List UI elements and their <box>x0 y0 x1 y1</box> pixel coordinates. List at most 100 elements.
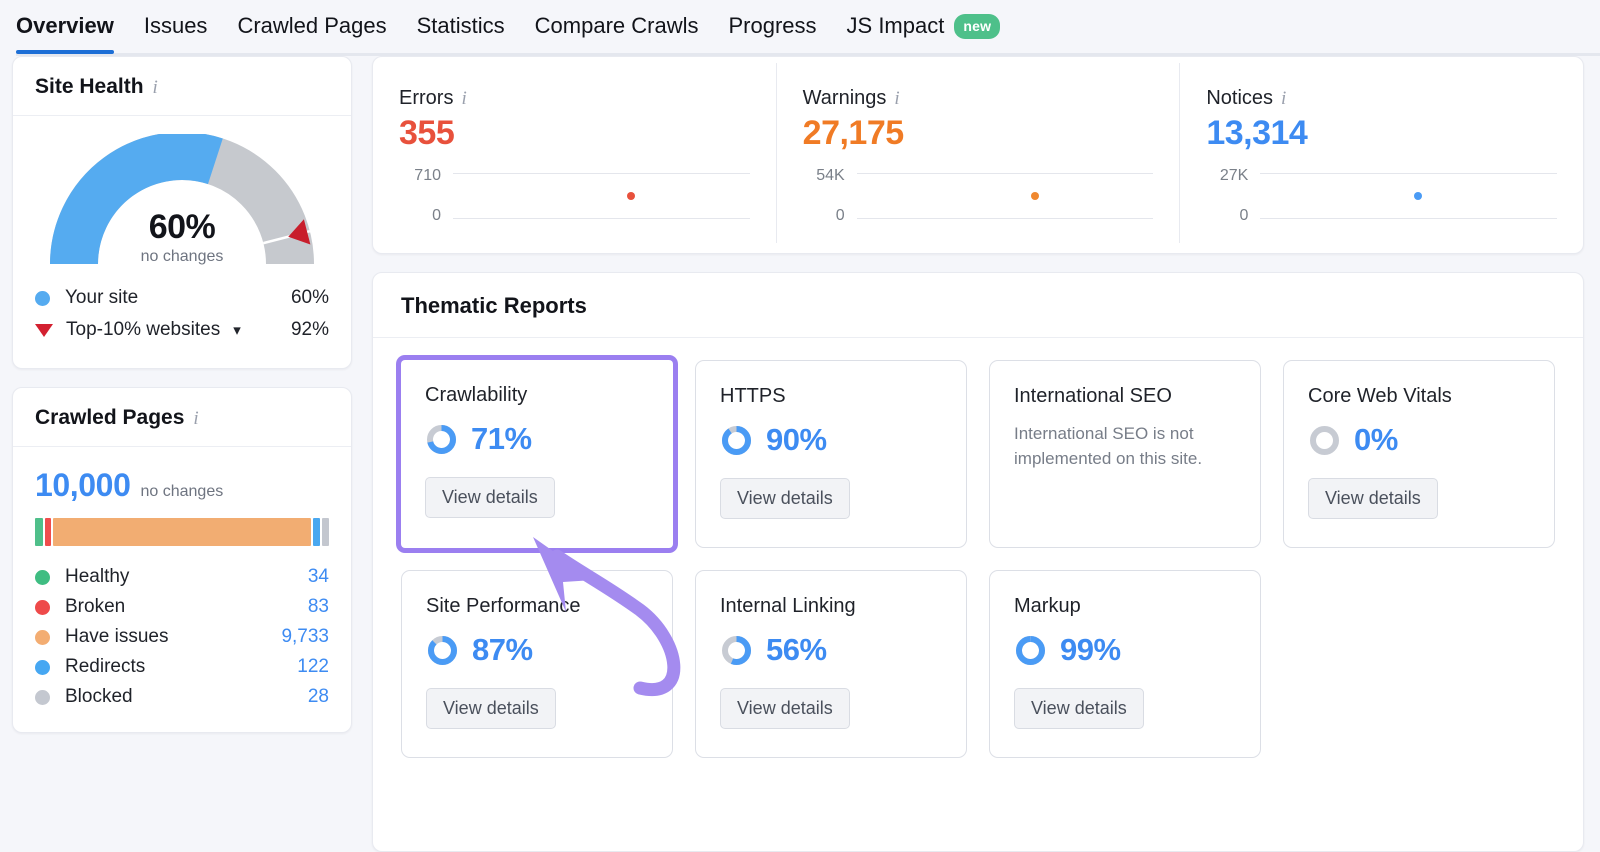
stacked-bar-segment <box>45 518 51 546</box>
stat-warnings[interactable]: Warnings i 27,175 54K 0 <box>776 63 1180 243</box>
site-health-score: 60% <box>50 208 314 247</box>
thematic-report-score: 90% <box>766 422 827 458</box>
tab-compare-crawls-label: Compare Crawls <box>535 12 699 40</box>
info-icon[interactable]: i <box>193 409 198 428</box>
site-health-change: no changes <box>50 248 314 266</box>
stat-warnings-axis-max: 54K <box>803 167 845 185</box>
thematic-report-tile[interactable]: Internal Linking56%View details <box>695 570 967 758</box>
view-details-button[interactable]: View details <box>720 478 850 519</box>
stat-notices[interactable]: Notices i 13,314 27K 0 <box>1179 63 1583 243</box>
view-details-button[interactable]: View details <box>426 688 556 729</box>
legend-dot-icon <box>35 570 50 585</box>
stacked-bar-segment <box>53 518 311 546</box>
stat-errors[interactable]: Errors i 355 710 0 <box>373 63 776 243</box>
stat-warnings-axis-min: 0 <box>803 207 845 225</box>
stat-errors-plot <box>453 167 750 225</box>
stat-warnings-plot <box>857 167 1154 225</box>
view-details-button[interactable]: View details <box>720 688 850 729</box>
thematic-report-title: Site Performance <box>426 595 648 618</box>
crawled-pages-legend-item[interactable]: Have issues9,733 <box>35 622 329 652</box>
stat-warnings-label-row: Warnings i <box>803 87 1154 110</box>
stat-notices-label-row: Notices i <box>1206 87 1557 110</box>
thematic-report-tile[interactable]: Crawlability 71% View details <box>401 360 673 548</box>
thematic-report-title: Core Web Vitals <box>1308 385 1530 408</box>
triangle-down-icon <box>35 324 53 337</box>
view-details-button[interactable]: View details <box>425 477 555 518</box>
crawled-pages-legend-item[interactable]: Blocked28 <box>35 682 329 712</box>
thematic-report-tile[interactable]: International SEOInternational SEO is no… <box>989 360 1261 548</box>
new-badge: new <box>954 14 1000 39</box>
site-health-gauge-wrap: 60% no changes <box>13 116 351 272</box>
crawled-pages-title: Crawled Pages <box>35 406 184 430</box>
legend-item-top-websites[interactable]: Top-10% websites ▾ 92% <box>35 314 329 346</box>
info-icon[interactable]: i <box>1281 89 1286 108</box>
thematic-report-score-row: 71% <box>425 421 649 457</box>
thematic-report-title: Crawlability <box>425 384 649 407</box>
stat-notices-axis-min: 0 <box>1206 207 1248 225</box>
thematic-report-tile[interactable]: Site Performance 87% View details <box>401 570 673 758</box>
crawled-pages-legend-item[interactable]: Redirects122 <box>35 652 329 682</box>
main-tab-bar: Overview Issues Crawled Pages Statistics… <box>0 0 1600 56</box>
legend-label-your-site: Your site <box>65 287 138 309</box>
tab-compare-crawls[interactable]: Compare Crawls <box>535 10 699 54</box>
crawled-pages-legend-label: Blocked <box>65 686 133 708</box>
stat-errors-sparkline: 710 0 <box>399 167 750 225</box>
crawled-pages-total-row: 10,000 no changes <box>35 467 329 504</box>
thematic-report-title: International SEO <box>1014 385 1236 408</box>
tab-js-impact-label: JS Impact <box>847 12 945 40</box>
score-ring-icon <box>1014 634 1047 667</box>
thematic-reports-title: Thematic Reports <box>401 293 587 318</box>
tab-js-impact[interactable]: JS Impact new <box>847 10 1001 54</box>
stat-notices-plot <box>1260 167 1557 225</box>
crawled-pages-legend-label: Redirects <box>65 656 145 678</box>
crawled-pages-legend-item[interactable]: Healthy 34 <box>35 562 329 592</box>
info-icon[interactable]: i <box>153 78 158 97</box>
stat-notices-axis-max: 27K <box>1206 167 1248 185</box>
thematic-report-tile[interactable]: Core Web Vitals 0% View details <box>1283 360 1555 548</box>
issue-stats-card: Errors i 355 710 0 <box>372 56 1584 254</box>
thematic-report-tile[interactable]: HTTPS90%View details <box>695 360 967 548</box>
view-details-button[interactable]: View details <box>1308 478 1438 519</box>
legend-value-top-websites: 92% <box>291 319 329 341</box>
thematic-report-score-row: 87% <box>426 632 648 668</box>
stat-warnings-sparkline: 54K 0 <box>803 167 1154 225</box>
thematic-report-tile[interactable]: Markup99%View details <box>989 570 1261 758</box>
stat-errors-label-row: Errors i <box>399 87 750 110</box>
thematic-report-score: 99% <box>1060 632 1121 668</box>
stat-errors-axis-max: 710 <box>399 167 441 185</box>
tab-progress[interactable]: Progress <box>728 10 816 54</box>
legend-dot-icon <box>35 630 50 645</box>
site-health-legend: Your site 60% Top-10% websites ▾ 92% <box>13 272 351 368</box>
info-icon[interactable]: i <box>894 89 899 108</box>
score-ring-icon <box>720 424 753 457</box>
crawled-pages-legend-label: Have issues <box>65 626 169 648</box>
thematic-report-score-row: 0% <box>1308 422 1530 458</box>
thematic-report-score: 56% <box>766 632 827 668</box>
view-details-button[interactable]: View details <box>1014 688 1144 729</box>
crawled-pages-change: no changes <box>140 483 223 501</box>
sparkline-point <box>1414 192 1422 200</box>
stat-errors-axis-min: 0 <box>399 207 441 225</box>
stacked-bar-segment <box>35 518 43 546</box>
info-icon[interactable]: i <box>461 89 466 108</box>
legend-label-top-websites: Top-10% websites <box>66 319 220 341</box>
left-column: Site Health i 60% <box>12 56 352 852</box>
legend-dot-icon <box>35 690 50 705</box>
thematic-report-score: 87% <box>472 632 533 668</box>
legend-dot-icon <box>35 291 50 306</box>
crawled-pages-legend-item[interactable]: Broken83 <box>35 592 329 622</box>
tab-overview[interactable]: Overview <box>16 10 114 54</box>
tab-issues[interactable]: Issues <box>144 10 208 54</box>
crawled-pages-legend-label: Healthy <box>65 566 129 588</box>
stat-errors-label: Errors <box>399 87 453 110</box>
tab-statistics[interactable]: Statistics <box>417 10 505 54</box>
legend-item-your-site: Your site 60% <box>35 282 329 314</box>
crawled-pages-total: 10,000 <box>35 467 130 504</box>
chevron-down-icon[interactable]: ▾ <box>233 321 241 339</box>
site-health-title: Site Health <box>35 75 144 99</box>
crawled-pages-legend-value: 34 <box>308 566 329 588</box>
tab-crawled-pages[interactable]: Crawled Pages <box>237 10 386 54</box>
legend-value-your-site: 60% <box>291 287 329 309</box>
stat-notices-axis: 27K 0 <box>1206 167 1248 225</box>
stat-errors-value: 355 <box>399 114 750 153</box>
